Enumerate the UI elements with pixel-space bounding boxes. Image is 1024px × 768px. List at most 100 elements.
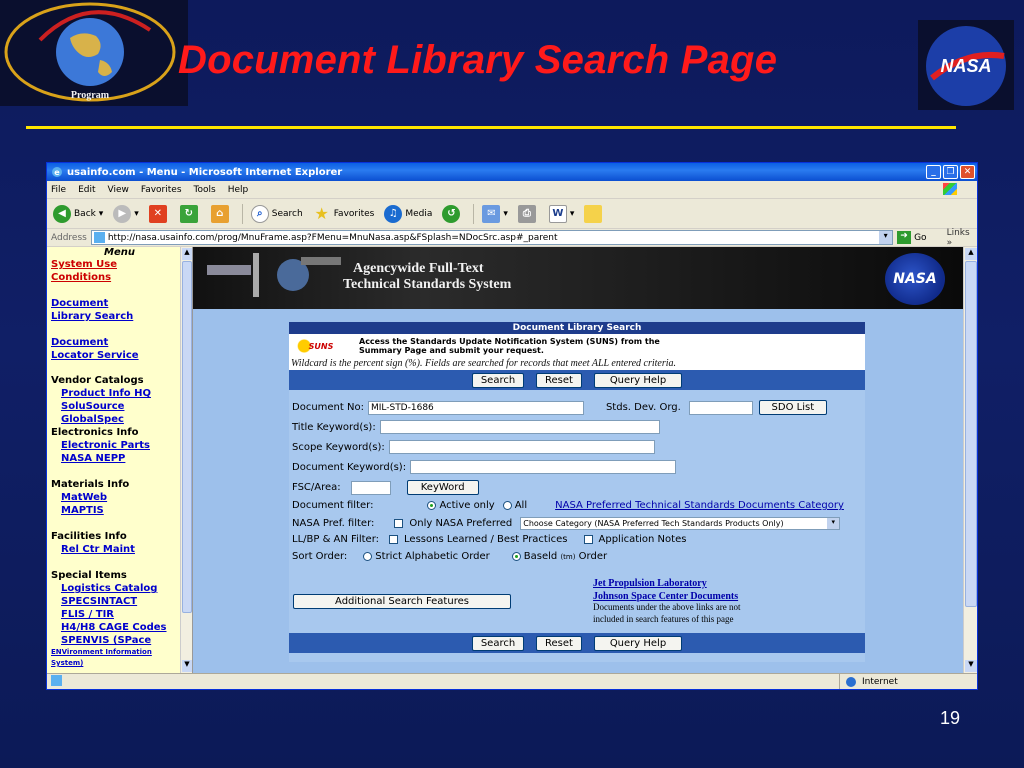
special-link-flis[interactable]: FLIS / TIR [61, 609, 114, 620]
svg-text:NASA: NASA [940, 56, 991, 76]
nasa-preferred-category-link[interactable]: NASA Preferred Technical Standards Docum… [555, 500, 844, 511]
jpl-link[interactable]: Jet Propulsion Laboratory [593, 578, 740, 589]
special-link-cage[interactable]: H4/H8 CAGE Codes [61, 622, 167, 633]
top-button-row: Search Reset Query Help [289, 370, 865, 390]
all-radio[interactable] [502, 501, 512, 510]
active-only-radio[interactable] [427, 501, 437, 510]
scroll-down-icon[interactable]: ▼ [965, 660, 977, 672]
electronics-link-nepp[interactable]: NASA NEPP [61, 453, 125, 464]
search-button[interactable]: ⌕ Search [250, 204, 303, 223]
scope-keyword-row: Scope Keyword(s): [292, 440, 655, 454]
vendor-catalogs-heading: Vendor Catalogs [51, 375, 144, 386]
category-select[interactable]: Choose Category (NASA Preferred Tech Sta… [520, 517, 841, 530]
special-link-spenvis[interactable]: SPENVIS (SPace [61, 635, 151, 646]
left-frame-scrollbar[interactable]: ▲ ▼ [180, 247, 192, 673]
scope-keyword-input[interactable] [388, 440, 655, 454]
links-button[interactable]: Links » [947, 228, 977, 248]
keyword-button[interactable]: KeyWord [406, 480, 479, 495]
search-submit-button[interactable]: Search [472, 372, 524, 388]
go-button[interactable]: ➜ Go [897, 231, 927, 244]
vendor-link-solusource[interactable]: SoluSource [61, 401, 124, 412]
menu-file[interactable]: File [51, 185, 66, 195]
forward-button[interactable]: ▶ ▾ [113, 204, 139, 223]
edit-button[interactable]: W ▾ [548, 204, 574, 223]
vendor-link-product-info[interactable]: Product Info HQ [61, 388, 151, 399]
discuss-button[interactable] [584, 204, 605, 223]
address-input[interactable]: http://nasa.usainfo.com/prog/MnuFrame.as… [90, 230, 894, 245]
reset-button-bottom[interactable]: Reset [536, 635, 582, 651]
home-button[interactable]: ⌂ [210, 204, 232, 223]
favorites-button[interactable]: ★ Favorites [313, 204, 375, 223]
menu-edit[interactable]: Edit [78, 185, 95, 195]
print-button[interactable]: ⎙ [517, 204, 539, 223]
minimize-button[interactable]: _ [926, 165, 941, 179]
application-notes-checkbox[interactable] [583, 535, 593, 544]
special-link-spenvis-2[interactable]: ENVironment Information [51, 648, 152, 656]
security-zone: Internet [839, 674, 898, 689]
search-submit-button-bottom[interactable]: Search [472, 635, 524, 651]
menu-title: Menu [104, 247, 135, 258]
strict-alpha-radio[interactable] [363, 552, 373, 561]
special-link-logistics[interactable]: Logistics Catalog [61, 583, 157, 594]
scroll-up-icon[interactable]: ▲ [965, 248, 977, 260]
document-library-search-panel: Document Library Search SUNS Access the … [289, 322, 865, 662]
window-titlebar[interactable]: e usainfo.com - Menu - Microsoft Interne… [47, 163, 977, 181]
menu-favorites[interactable]: Favorites [141, 185, 182, 195]
refresh-button[interactable]: ↻ [179, 204, 201, 223]
history-icon: ↺ [442, 204, 461, 223]
status-bar: Internet [47, 673, 977, 689]
jsc-link[interactable]: Johnson Space Center Documents [593, 591, 740, 602]
baseld-order-radio[interactable] [511, 552, 521, 561]
stds-dev-org-input[interactable] [688, 400, 753, 415]
system-use-link-1[interactable]: System Use [51, 259, 117, 270]
history-button[interactable]: ↺ [442, 204, 463, 223]
scroll-thumb[interactable] [182, 261, 192, 613]
document-locator-link-2[interactable]: Locator Service [51, 350, 139, 361]
document-locator-link-1[interactable]: Document [51, 337, 108, 348]
lessons-learned-checkbox[interactable] [389, 535, 399, 544]
reset-button[interactable]: Reset [536, 372, 582, 388]
menu-view[interactable]: View [108, 185, 129, 195]
main-frame-scrollbar[interactable]: ▲ ▼ [963, 247, 977, 673]
query-help-button-bottom[interactable]: Query Help [594, 635, 682, 651]
scroll-down-icon[interactable]: ▼ [182, 660, 192, 672]
suns-notice: SUNS Access the Standards Update Notific… [289, 334, 865, 358]
system-use-link-2[interactable]: Conditions [51, 272, 111, 283]
document-keyword-input[interactable] [410, 460, 677, 474]
document-library-link-2[interactable]: Library Search [51, 311, 133, 322]
document-no-input[interactable]: MIL-STD-1686 [367, 400, 584, 415]
bottom-button-row: Search Reset Query Help [289, 633, 865, 653]
facilities-link-rel-ctr[interactable]: Rel Ctr Maint [61, 544, 135, 555]
title-keyword-input[interactable] [379, 420, 660, 434]
media-button[interactable]: ♫ Media [384, 204, 432, 223]
suns-logo[interactable]: SUNS [293, 338, 349, 354]
materials-link-matweb[interactable]: MatWeb [61, 492, 107, 503]
special-link-spenvis-3[interactable]: System) [51, 659, 83, 667]
materials-link-maptis[interactable]: MAPTIS [61, 505, 104, 516]
back-button[interactable]: ◀ Back ▾ [53, 204, 103, 223]
document-filter-row: Document filter: Active only All NASA Pr… [292, 500, 844, 511]
vendor-link-globalspec[interactable]: GlobalSpec [61, 414, 124, 425]
left-menu-frame: Menu System Use Conditions Document Libr… [47, 247, 193, 673]
sdo-list-button[interactable]: SDO List [758, 400, 827, 415]
close-button[interactable]: ✕ [960, 165, 975, 179]
nasa-technical-standards-logo: Program [0, 0, 188, 106]
document-library-link-1[interactable]: Document [51, 298, 108, 309]
fsc-area-input[interactable] [350, 480, 391, 495]
scroll-up-icon[interactable]: ▲ [182, 248, 192, 260]
only-nasa-preferred-checkbox[interactable] [394, 519, 404, 528]
additional-search-features-button[interactable]: Additional Search Features [293, 594, 511, 609]
scroll-thumb[interactable] [965, 261, 977, 607]
links-note-1: Documents under the above links are not [593, 602, 741, 612]
restore-button[interactable]: ❐ [943, 165, 958, 179]
special-link-specsintact[interactable]: SPECSINTACT [61, 596, 137, 607]
menu-help[interactable]: Help [228, 185, 249, 195]
stop-button[interactable]: ✕ [148, 204, 170, 223]
query-help-button[interactable]: Query Help [594, 372, 682, 388]
address-dropdown-icon[interactable]: ▾ [879, 231, 893, 244]
menu-tools[interactable]: Tools [194, 185, 216, 195]
refresh-icon: ↻ [179, 204, 198, 223]
mail-button[interactable]: ✉ ▾ [482, 204, 508, 223]
window-title: usainfo.com - Menu - Microsoft Internet … [67, 166, 343, 178]
electronics-link-parts[interactable]: Electronic Parts [61, 440, 150, 451]
